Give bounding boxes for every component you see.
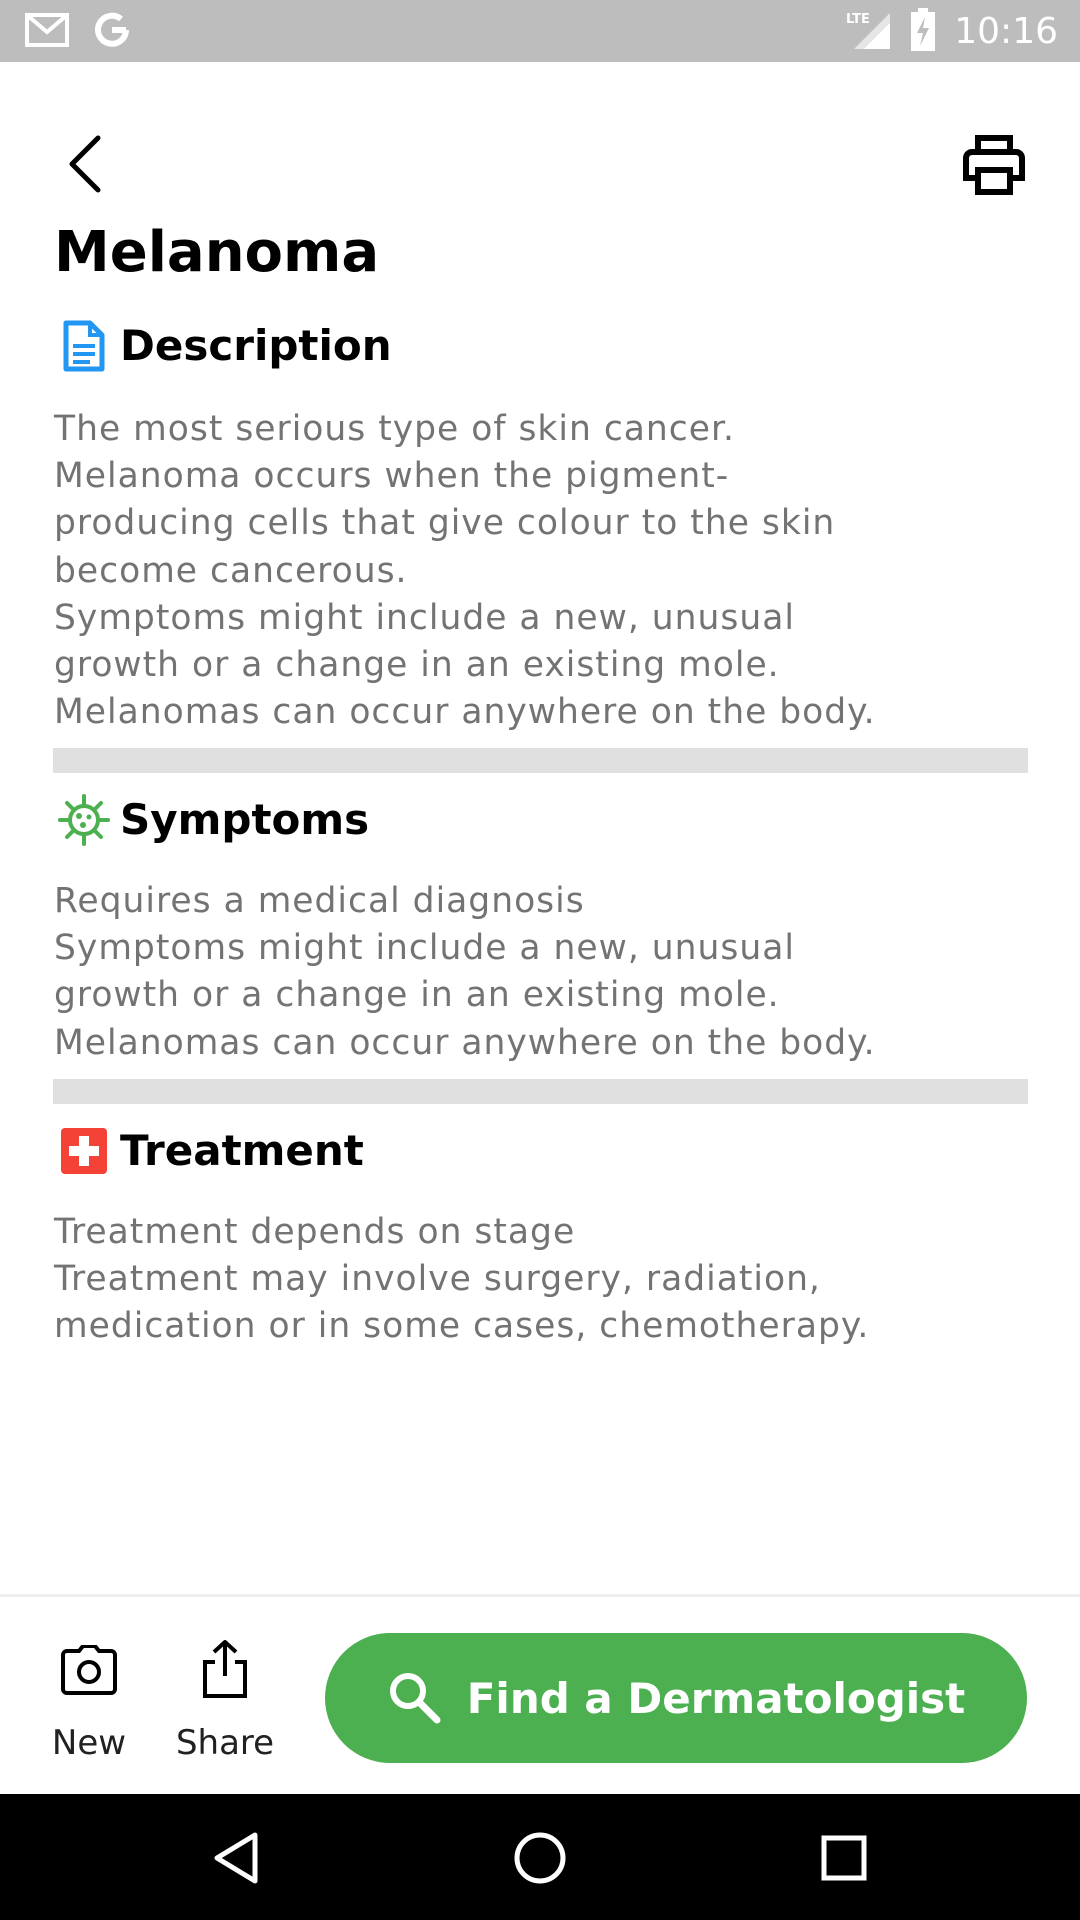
status-left-icons <box>24 10 132 54</box>
system-nav-bar <box>0 1794 1080 1920</box>
document-icon <box>56 318 112 374</box>
body-line: medication or in some cases, chemotherap… <box>54 1306 870 1347</box>
status-time: 10:16 <box>954 11 1058 52</box>
printer-icon <box>963 135 1025 195</box>
section-treatment-header: Treatment <box>56 1123 364 1179</box>
nav-home-button[interactable] <box>504 1822 576 1894</box>
body-line: Symptoms might include a new, unusual <box>54 928 795 969</box>
lte-signal-icon: LTE <box>844 9 892 55</box>
body-line: Requires a medical diagnosis <box>54 881 585 921</box>
body-line: Treatment may involve surgery, radiation… <box>54 1259 821 1300</box>
chevron-left-icon <box>69 135 101 193</box>
home-circle-icon <box>514 1832 566 1884</box>
body-line: growth or a change in an existing mole. <box>54 645 780 686</box>
share-icon <box>190 1635 260 1705</box>
share-button[interactable]: Share <box>170 1635 280 1765</box>
body-line: become cancerous. <box>54 550 408 591</box>
svg-text:LTE: LTE <box>846 12 870 27</box>
gmail-icon <box>24 10 70 54</box>
medical-cross-icon <box>56 1123 112 1179</box>
search-icon <box>387 1670 441 1727</box>
back-triangle-icon <box>214 1832 258 1884</box>
section-treatment-body: Treatment depends on stage Treatment may… <box>54 1209 1044 1351</box>
bottom-action-bar: New Share Find a Dermatologist <box>0 1594 1080 1794</box>
back-button[interactable] <box>58 128 114 200</box>
section-symptoms-header: Symptoms <box>56 792 369 848</box>
battery-charging-icon <box>910 8 936 56</box>
virus-icon <box>56 792 112 848</box>
section-description-header: Description <box>56 318 392 374</box>
body-line: Melanoma occurs when the pigment- <box>54 456 730 497</box>
section-description-body: The most serious type of skin cancer. Me… <box>54 406 1044 736</box>
camera-icon <box>54 1635 124 1705</box>
body-line: Treatment depends on stage <box>54 1212 576 1252</box>
section-title: Treatment <box>120 1126 364 1175</box>
google-icon <box>92 10 132 54</box>
body-line: The most serious type of skin cancer. <box>54 409 735 449</box>
share-label: Share <box>175 1723 275 1763</box>
page-title: Melanoma <box>54 220 380 285</box>
body-line: producing cells that give colour to the … <box>54 503 836 544</box>
body-line: growth or a change in an existing mole. <box>54 975 780 1016</box>
new-button[interactable]: New <box>34 1635 144 1765</box>
body-line: Symptoms might include a new, unusual <box>54 597 795 638</box>
section-symptoms-body: Requires a medical diagnosis Symptoms mi… <box>54 878 1044 1067</box>
find-dermatologist-label: Find a Dermatologist <box>466 1673 966 1723</box>
find-dermatologist-button[interactable]: Find a Dermatologist <box>325 1633 1027 1763</box>
section-title: Description <box>120 321 392 370</box>
section-divider <box>53 1079 1028 1104</box>
status-bar: LTE 10:16 <box>0 0 1080 62</box>
new-label: New <box>51 1723 127 1763</box>
status-right-icons: LTE 10:16 <box>844 8 1058 56</box>
body-line: Melanomas can occur anywhere on the body… <box>54 692 876 733</box>
section-divider <box>53 748 1028 773</box>
print-button[interactable] <box>962 134 1026 196</box>
nav-recents-button[interactable] <box>808 1822 880 1894</box>
section-title: Symptoms <box>120 795 370 844</box>
nav-back-button[interactable] <box>200 1822 272 1894</box>
recents-square-icon <box>821 1835 867 1881</box>
body-line: Melanomas can occur anywhere on the body… <box>54 1022 876 1063</box>
